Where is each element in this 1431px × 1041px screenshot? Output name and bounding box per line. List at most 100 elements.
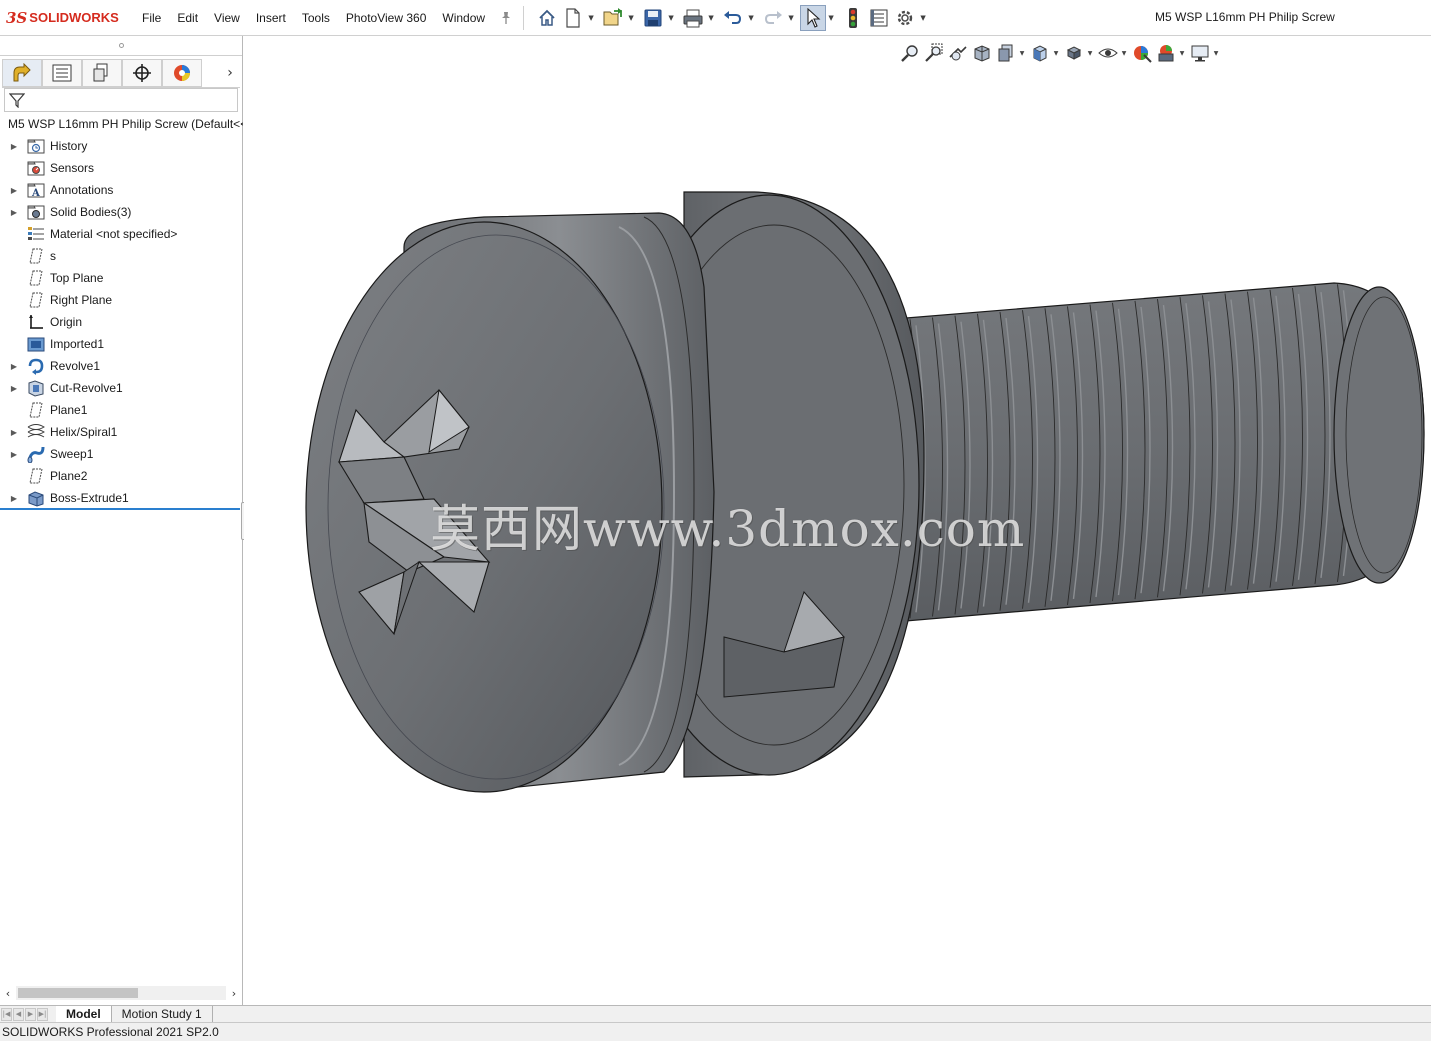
history-icon bbox=[26, 137, 46, 155]
plane-icon bbox=[26, 291, 46, 309]
select-dropdown-icon[interactable]: ▼ bbox=[826, 5, 836, 31]
menu-insert[interactable]: Insert bbox=[248, 11, 294, 25]
menu-edit[interactable]: Edit bbox=[169, 11, 206, 25]
save-dropdown-icon[interactable]: ▼ bbox=[666, 5, 676, 31]
first-tab-icon[interactable]: |◀ bbox=[1, 1007, 12, 1021]
scroll-thumb[interactable] bbox=[18, 988, 138, 998]
menu-photoview-360[interactable]: PhotoView 360 bbox=[338, 11, 435, 25]
tree-root-part[interactable]: M5 WSP L16mm PH Philip Screw (Default<<D… bbox=[0, 113, 243, 135]
expand-arrow-icon[interactable]: ▶ bbox=[8, 208, 20, 217]
tabs-scroll-right-icon[interactable]: › bbox=[220, 59, 240, 87]
tree-item-label: s bbox=[50, 249, 56, 263]
tree-item-s[interactable]: s bbox=[0, 245, 243, 267]
graphics-area[interactable]: ▼ ▼ ▼ ▼ ▼ ▼ 莫西网www.3dmox.com bbox=[244, 37, 1431, 1005]
save-icon[interactable] bbox=[640, 5, 666, 31]
dimxpert-tab[interactable] bbox=[122, 58, 162, 87]
title-bar: 3S SOLIDWORKS File Edit View Insert Tool… bbox=[0, 0, 1431, 36]
expand-arrow-icon[interactable]: ▶ bbox=[8, 142, 20, 151]
pin-menu-icon[interactable] bbox=[497, 9, 515, 27]
tree-item-cut-revolve1[interactable]: ▶ Cut-Revolve1 bbox=[0, 377, 243, 399]
panel-grip[interactable] bbox=[0, 36, 242, 56]
tree-item-label: Sensors bbox=[50, 161, 95, 175]
expand-arrow-icon[interactable]: ▶ bbox=[8, 384, 20, 393]
revolve-icon bbox=[26, 357, 46, 375]
tree-item-sweep1[interactable]: ▶ Sweep1 bbox=[0, 443, 243, 465]
expand-arrow-icon[interactable]: ▶ bbox=[8, 362, 20, 371]
last-tab-icon[interactable]: ▶| bbox=[37, 1007, 48, 1021]
tree-item-boss-extrude1[interactable]: ▶ Boss-Extrude1 bbox=[0, 487, 243, 509]
tree-item-imported1[interactable]: Imported1 bbox=[0, 333, 243, 355]
expand-arrow-icon[interactable]: ▶ bbox=[8, 428, 20, 437]
scroll-right-icon[interactable]: › bbox=[226, 987, 242, 1000]
status-bar: SOLIDWORKS Professional 2021 SP2.0 bbox=[0, 1022, 1431, 1041]
new-dropdown-icon[interactable]: ▼ bbox=[586, 5, 596, 31]
display-manager-tab[interactable] bbox=[162, 58, 202, 87]
home-icon[interactable] bbox=[534, 5, 560, 31]
expand-arrow-icon[interactable]: ▶ bbox=[8, 494, 20, 503]
configurationmanager-tab[interactable] bbox=[82, 58, 122, 87]
tree-item-sensors[interactable]: Sensors bbox=[0, 157, 243, 179]
tree-item-plane1[interactable]: Plane1 bbox=[0, 399, 243, 421]
imported-body-icon bbox=[26, 335, 46, 353]
annotations-icon: A bbox=[26, 181, 46, 199]
tab-model[interactable]: Model bbox=[56, 1006, 112, 1022]
tree-item-right-plane[interactable]: Right Plane bbox=[0, 289, 243, 311]
plane-icon bbox=[26, 401, 46, 419]
plane-icon bbox=[26, 247, 46, 265]
select-icon[interactable] bbox=[800, 4, 827, 31]
scroll-left-icon[interactable]: ‹ bbox=[0, 987, 16, 1000]
menu-file[interactable]: File bbox=[134, 11, 169, 25]
tree-root-label: M5 WSP L16mm PH Philip Screw (Default<<D… bbox=[8, 117, 243, 131]
status-text: SOLIDWORKS Professional 2021 SP2.0 bbox=[2, 1025, 219, 1039]
scroll-track[interactable] bbox=[16, 986, 226, 1000]
redo-icon[interactable] bbox=[760, 5, 786, 31]
watermark-text: 莫西网www.3dmox.com bbox=[430, 500, 1026, 558]
open-dropdown-icon[interactable]: ▼ bbox=[626, 5, 636, 31]
filter-icon bbox=[9, 93, 25, 108]
previous-tab-icon[interactable]: ◀ bbox=[13, 1007, 24, 1021]
tree-item-label: Origin bbox=[50, 315, 83, 329]
featuremanager-tab[interactable] bbox=[2, 58, 42, 87]
expand-arrow-icon[interactable]: ▶ bbox=[8, 450, 20, 459]
tree-item-label: Plane2 bbox=[50, 469, 88, 483]
document-title: M5 WSP L16mm PH Philip Screw bbox=[1155, 10, 1335, 24]
open-icon[interactable] bbox=[600, 5, 626, 31]
svg-text:A: A bbox=[31, 188, 40, 198]
options-icon[interactable] bbox=[892, 5, 918, 31]
file-properties-icon[interactable] bbox=[866, 5, 892, 31]
tree-item-plane2[interactable]: Plane2 bbox=[0, 465, 243, 487]
print-dropdown-icon[interactable]: ▼ bbox=[706, 5, 716, 31]
undo-icon[interactable] bbox=[720, 5, 746, 31]
next-tab-icon[interactable]: ▶ bbox=[25, 1007, 36, 1021]
feature-filter-input[interactable] bbox=[4, 88, 238, 112]
menu-bar: File Edit View Insert Tools PhotoView 36… bbox=[134, 0, 515, 36]
tree-item-origin[interactable]: Origin bbox=[0, 311, 243, 333]
new-document-icon[interactable] bbox=[560, 5, 586, 31]
tree-item-revolve1[interactable]: ▶ Revolve1 bbox=[0, 355, 243, 377]
options-dropdown-icon[interactable]: ▼ bbox=[918, 5, 928, 31]
featuremanager-tabs: › bbox=[2, 58, 240, 88]
expand-arrow-icon[interactable]: ▶ bbox=[8, 186, 20, 195]
horizontal-scrollbar[interactable]: ‹ › bbox=[0, 984, 242, 1002]
menu-window[interactable]: Window bbox=[434, 11, 493, 25]
tree-item-label: History bbox=[50, 139, 88, 153]
tree-item-label: Solid Bodies(3) bbox=[50, 205, 132, 219]
undo-dropdown-icon[interactable]: ▼ bbox=[746, 5, 756, 31]
tree-item-top-plane[interactable]: Top Plane bbox=[0, 267, 243, 289]
rollback-bar[interactable] bbox=[0, 508, 240, 510]
redo-dropdown-icon[interactable]: ▼ bbox=[786, 5, 796, 31]
tree-item-material-not-specified[interactable]: Material <not specified> bbox=[0, 223, 243, 245]
menu-view[interactable]: View bbox=[206, 11, 248, 25]
ds-logo-mark: 3S bbox=[6, 8, 28, 27]
print-icon[interactable] bbox=[680, 5, 706, 31]
solidworks-logo[interactable]: 3S SOLIDWORKS bbox=[0, 0, 134, 36]
menu-tools[interactable]: Tools bbox=[294, 11, 338, 25]
tree-item-helix-spiral1[interactable]: ▶ Helix/Spiral1 bbox=[0, 421, 243, 443]
tree-item-label: Revolve1 bbox=[50, 359, 101, 373]
tab-motion-study-1[interactable]: Motion Study 1 bbox=[112, 1006, 213, 1022]
tree-item-history[interactable]: ▶ History bbox=[0, 135, 243, 157]
propertymanager-tab[interactable] bbox=[42, 58, 82, 87]
rebuild-icon[interactable] bbox=[840, 5, 866, 31]
tree-item-solid-bodies-3[interactable]: ▶ Solid Bodies(3) bbox=[0, 201, 243, 223]
tree-item-annotations[interactable]: ▶ A Annotations bbox=[0, 179, 243, 201]
